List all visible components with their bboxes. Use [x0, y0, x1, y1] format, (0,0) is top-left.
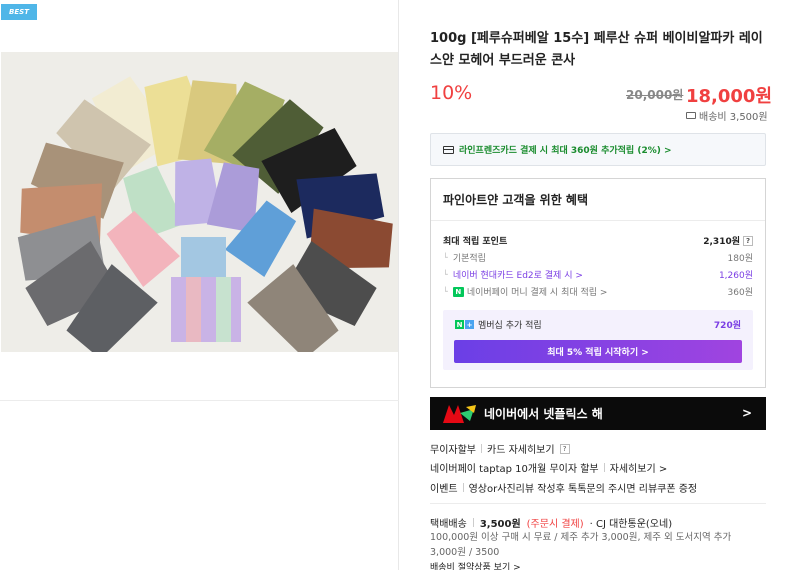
event-label: 이벤트 — [430, 484, 458, 495]
basic-points-label: 기본적립 — [443, 251, 486, 264]
netflix-text: 네이버에서 넷플릭스 해 — [484, 407, 603, 421]
sale-price: 18,000원 — [686, 86, 773, 107]
membership-start-button[interactable]: 최대 5% 적립 시작하기 > — [454, 340, 742, 363]
product-image-panel: BEST — [0, 0, 399, 570]
shipping-fee-amount: 3,500원 — [479, 519, 521, 530]
event-row: 이벤트 영상or사진리뷰 작성후 톡톡문의 주시면 리뷰쿠폰 증정 — [430, 480, 697, 495]
naverpay-row[interactable]: N네이버페이 머니 결제 시 최대 적립 > 360원 — [443, 285, 753, 298]
event-text: 영상or사진리뷰 작성후 톡톡문의 주시면 리뷰쿠폰 증정 — [468, 484, 698, 495]
naverpay-link[interactable]: 네이버페이 머니 결제 시 최대 적립 > — [467, 285, 608, 298]
card-promo-text: 라인프렌즈카드 결제 시 최대 360원 추가적립 (2%) > — [459, 146, 672, 156]
divider — [430, 503, 766, 504]
yarn-cones-image — [1, 52, 398, 352]
shipping-fee: 배송비 3,500원 — [686, 108, 768, 123]
netflix-banner[interactable]: 네이버에서 넷플릭스 해 > — [430, 397, 766, 430]
product-title: 100g [페루슈퍼베알 15수] 페루산 슈퍼 베이비알파카 레이스얀 모헤어… — [430, 31, 763, 68]
discount-rate: 10% — [430, 82, 473, 104]
card-detail-link[interactable]: 카드 자세히보기 — [487, 441, 555, 456]
max-points-value: 2,310원 — [703, 237, 740, 247]
original-price: 20,000원 — [626, 88, 684, 102]
divider — [0, 400, 399, 401]
netflix-logo-icon — [443, 404, 476, 423]
divider — [431, 220, 765, 221]
basic-points-row: 기본적립 180원 — [443, 251, 753, 264]
membership-box: N + 멤버십 추가 적립 720원 최대 5% 적립 시작하기 > — [443, 310, 753, 370]
hyundai-card-row[interactable]: 네이버 현대카드 Ed2로 결제 시 > 1,260원 — [443, 268, 753, 281]
benefit-box: 파인아트얀 고객을 위한 혜택 최대 적립 포인트 2,310원? 기본적립 1… — [430, 178, 766, 388]
installment-label: 무이자할부 — [430, 445, 476, 456]
membership-value: 720원 — [713, 321, 741, 331]
basic-points-value: 180원 — [727, 254, 753, 264]
max-points-label: 최대 적립 포인트 — [443, 237, 508, 247]
shipping-fee-text: 배송비 3,500원 — [699, 112, 768, 123]
separator — [481, 444, 482, 453]
membership-label: 멤버십 추가 적립 — [478, 321, 542, 331]
help-icon[interactable]: ? — [559, 443, 570, 454]
shipping-row: 택배배송 3,500원 (주문시 결제) · CJ 대한통운(오네) — [430, 515, 672, 530]
hyundai-card-value: 1,260원 — [718, 271, 753, 281]
benefit-title: 파인아트얀 고객을 위한 혜택 — [443, 193, 589, 207]
truck-icon — [686, 112, 696, 119]
best-badge: BEST — [1, 4, 37, 20]
separator — [603, 463, 605, 472]
help-icon[interactable]: ? — [743, 235, 753, 246]
taptap-label: 네이버페이 taptap 10개월 무이자 할부 — [430, 464, 599, 475]
taptap-detail-link[interactable]: 자세히보기 > — [610, 460, 668, 475]
taptap-row: 네이버페이 taptap 10개월 무이자 할부 자세히보기 > — [430, 460, 667, 475]
shipping-fee-note: (주문시 결제) — [526, 519, 584, 530]
shipping-label: 택배배송 — [430, 519, 467, 530]
membership-row: N + 멤버십 추가 적립 720원 — [455, 318, 741, 331]
shipping-detail: 100,000원 이상 구매 시 무료 / 제주 추가 3,000원, 제주 외… — [430, 532, 732, 558]
shipping-saver-link[interactable]: 배송비 절약상품 보기 > — [430, 560, 521, 570]
chevron-right-icon: > — [741, 406, 752, 420]
naver-plus-icon: N + — [455, 320, 474, 329]
hyundai-card-link[interactable]: 네이버 현대카드 Ed2로 결제 시 > — [443, 268, 583, 281]
naverpay-value: 360원 — [727, 288, 753, 298]
product-photo[interactable] — [1, 52, 398, 352]
max-points-row: 최대 적립 포인트 2,310원? — [443, 234, 753, 247]
credit-card-icon — [443, 145, 454, 154]
separator — [462, 483, 464, 492]
shipping-carrier: · CJ 대한통운(오네) — [589, 519, 673, 530]
separator — [472, 518, 474, 527]
installment-row: 무이자할부 카드 자세히보기 ? — [430, 441, 570, 456]
card-promo-banner[interactable]: 라인프렌즈카드 결제 시 최대 360원 추가적립 (2%) > — [430, 133, 766, 166]
naverpay-icon: N — [452, 286, 464, 297]
